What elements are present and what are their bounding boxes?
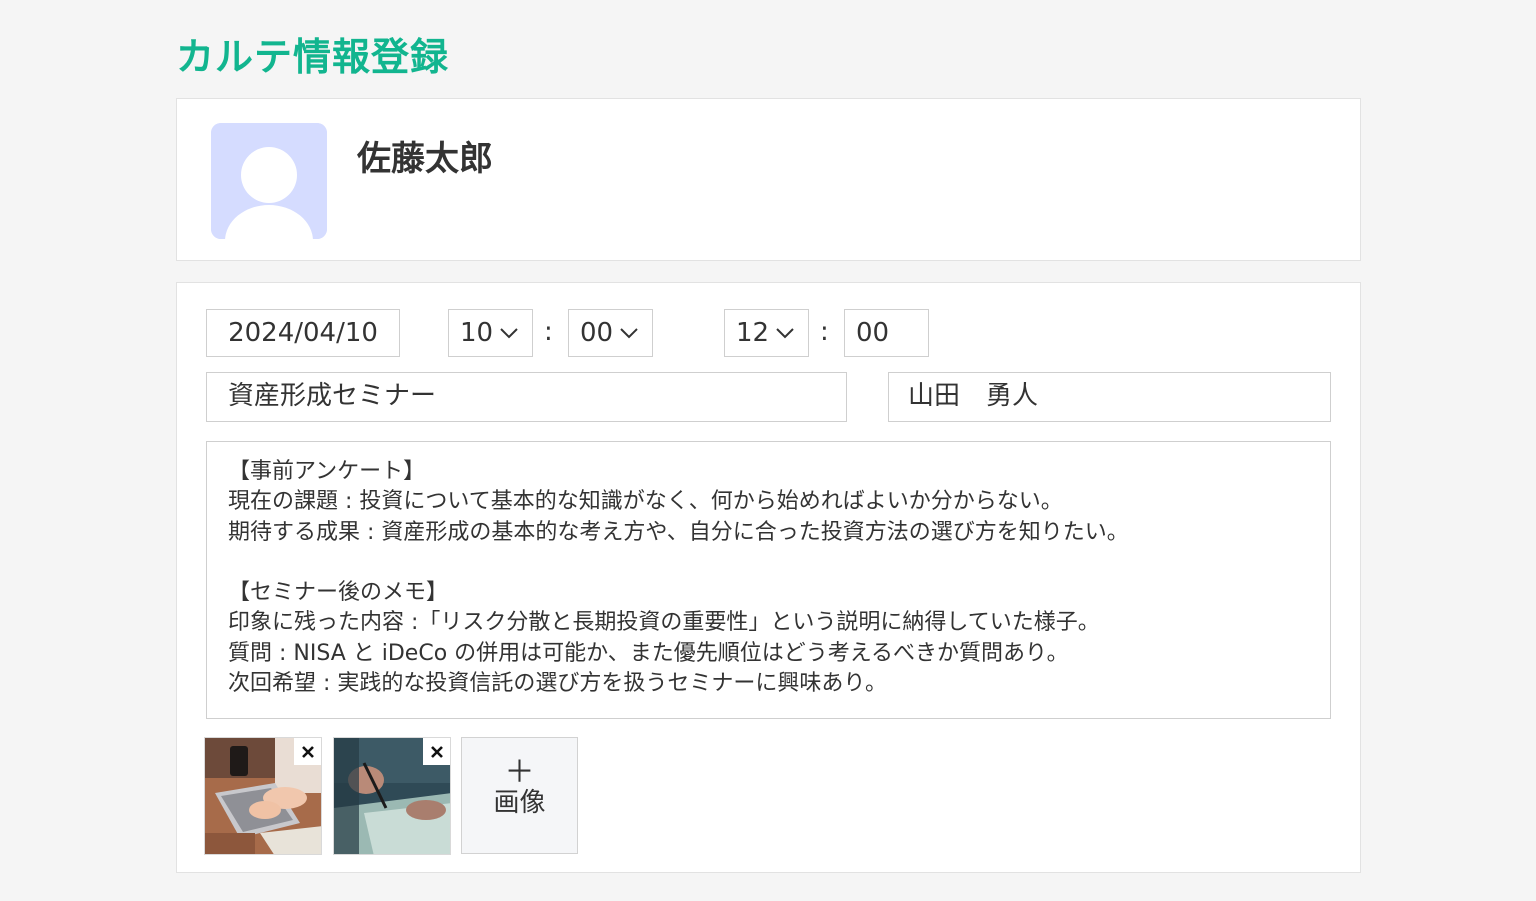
karte-form-card: 2024/04/10 10 : 00 12 : 00 資産形成セミナー 山田 勇… — [176, 282, 1361, 873]
close-icon[interactable] — [423, 738, 450, 765]
notes-line: 質問 : NISA と iDeCo の併用は可能か、また優先順位はどう考えるべき… — [228, 640, 1069, 666]
page-title: カルテ情報登録 — [176, 35, 450, 79]
attached-image-thumbnail[interactable] — [204, 737, 322, 855]
notes-line: 【セミナー後のメモ】 — [228, 580, 449, 606]
start-hour-value: 10 — [460, 318, 494, 348]
date-input[interactable]: 2024/04/10 — [206, 309, 400, 357]
notes-line: 現在の課題 : 投資について基本的な知識がなく、何から始めればよいか分からない。 — [228, 489, 1063, 515]
add-image-label: 画像 — [493, 788, 546, 818]
notes-line: 次回希望 : 実践的な投資信託の選び方を扱うセミナーに興味あり。 — [228, 671, 887, 697]
chevron-down-icon — [498, 310, 520, 371]
add-image-button[interactable]: ＋ 画像 — [461, 737, 578, 854]
chevron-down-icon — [774, 310, 796, 371]
patient-name: 佐藤太郎 — [357, 139, 493, 179]
time-separator: : — [544, 317, 553, 347]
start-minute-select[interactable]: 00 — [568, 309, 653, 357]
notes-line: 期待する成果 : 資産形成の基本的な考え方や、自分に合った投資方法の選び方を知り… — [228, 519, 1129, 545]
staff-name-input[interactable]: 山田 勇人 — [888, 372, 1331, 422]
session-title-input[interactable]: 資産形成セミナー — [206, 372, 847, 422]
notes-line: 【事前アンケート】 — [228, 459, 426, 484]
start-minute-value: 00 — [580, 318, 614, 348]
notes-line: 印象に残った内容 :「リスク分散と長期投資の重要性」という説明に納得していた様子… — [228, 610, 1100, 636]
patient-profile-card: 佐藤太郎 — [176, 98, 1361, 261]
end-hour-select[interactable]: 12 — [724, 309, 809, 357]
notes-line — [228, 548, 1309, 578]
attached-image-thumbnail[interactable] — [333, 737, 451, 855]
chevron-down-icon — [618, 310, 640, 371]
plus-icon: ＋ — [504, 755, 535, 790]
notes-textarea[interactable]: 【事前アンケート】 現在の課題 : 投資について基本的な知識がなく、何から始めれ… — [206, 441, 1331, 719]
user-silhouette-icon — [211, 123, 327, 239]
end-minute-input[interactable]: 00 — [844, 309, 929, 357]
start-hour-select[interactable]: 10 — [448, 309, 533, 357]
close-icon[interactable] — [294, 738, 321, 765]
avatar — [211, 123, 327, 239]
end-hour-value: 12 — [736, 318, 770, 348]
time-separator: : — [820, 317, 829, 347]
